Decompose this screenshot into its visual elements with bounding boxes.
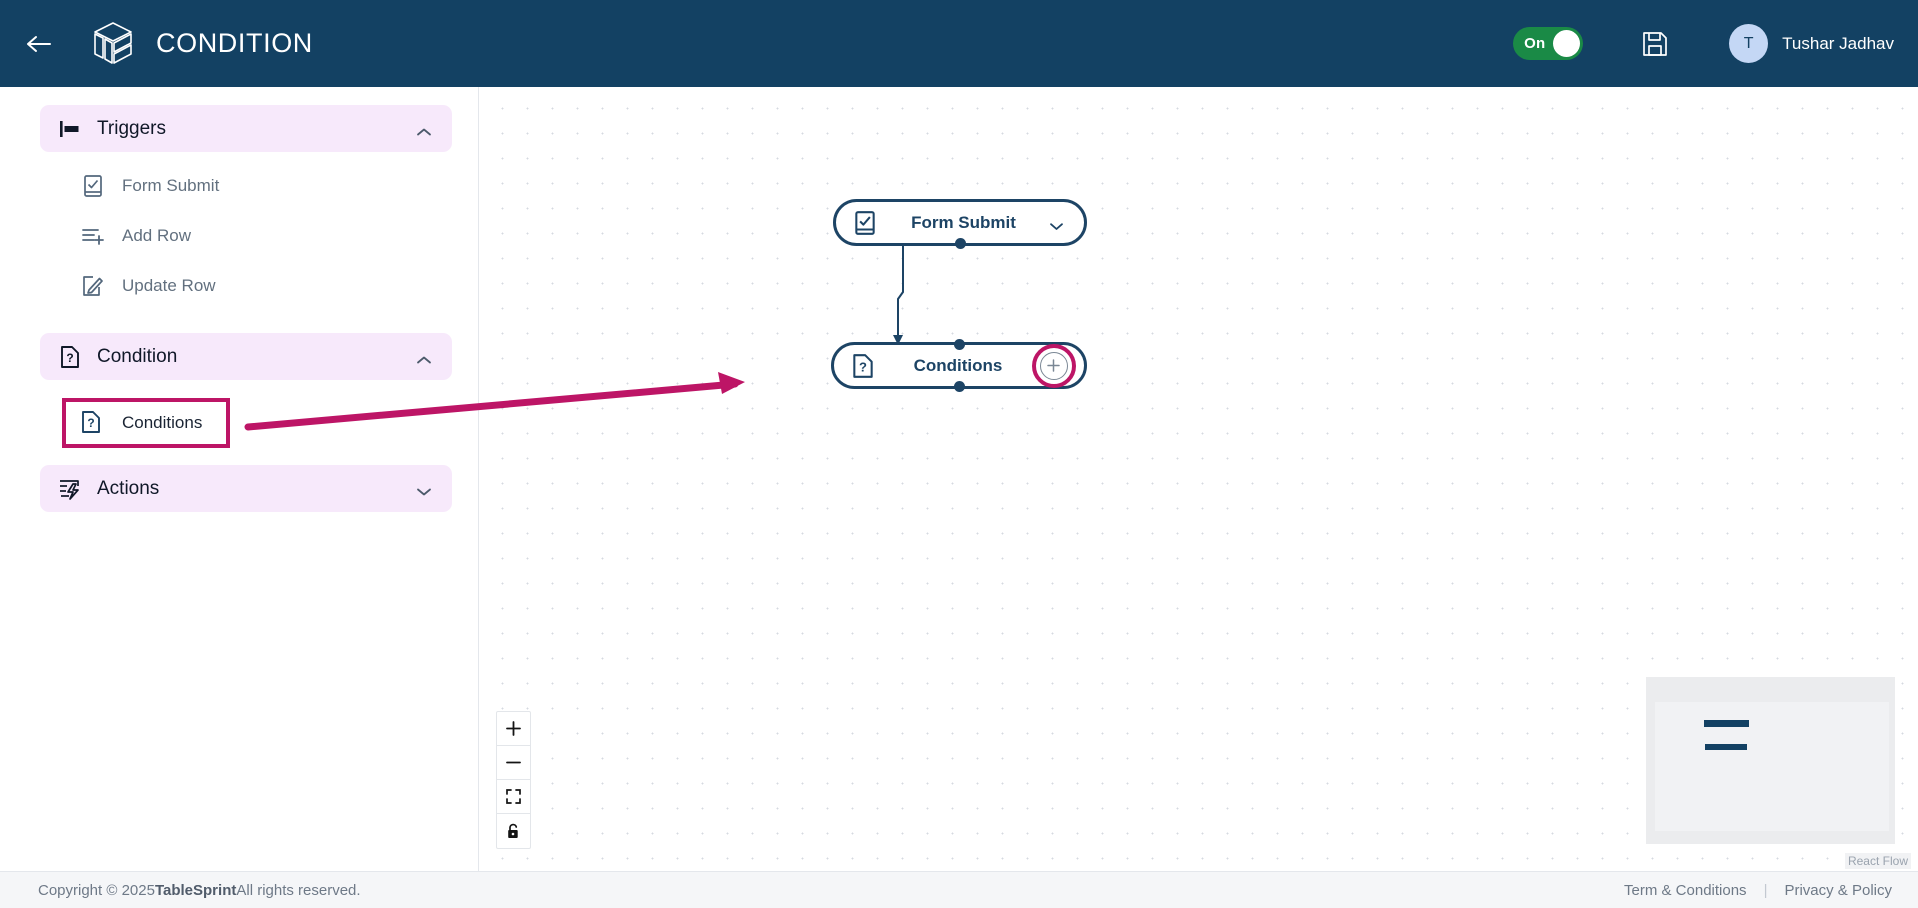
sidebar-item-conditions[interactable]: ? Conditions (62, 398, 231, 448)
avatar: T (1729, 24, 1769, 63)
flow-canvas[interactable]: Form Submit ? Conditions React Flow (479, 87, 1918, 871)
privacy-link[interactable]: Privacy & Policy (1784, 882, 1892, 899)
minimap-node (1704, 720, 1749, 727)
sidebar-item-update-row[interactable]: Update Row (80, 266, 452, 305)
actions-section-wrap: Actions (40, 448, 452, 512)
workflow-enable-toggle[interactable]: On (1513, 27, 1584, 60)
canvas-controls (496, 711, 531, 849)
sidebar-item-label: Add Row (122, 225, 191, 245)
user-name: Tushar Jadhav (1782, 33, 1894, 53)
fit-view-button[interactable] (497, 780, 530, 814)
trigger-flag-icon (57, 116, 83, 142)
svg-text:?: ? (66, 351, 73, 365)
footer-brand: TableSprint (154, 881, 237, 899)
zoom-out-button[interactable] (497, 746, 530, 780)
copyright-prefix: Copyright © 2025 (38, 881, 155, 899)
unlock-icon (507, 823, 518, 838)
sidebar-item-label: Conditions (122, 413, 203, 432)
terms-link[interactable]: Term & Conditions (1624, 882, 1747, 899)
react-flow-attribution[interactable]: React Flow (1844, 853, 1911, 869)
chevron-up-icon (416, 352, 432, 363)
node-handle-bottom[interactable] (953, 381, 965, 392)
flow-node-form-submit[interactable]: Form Submit (833, 199, 1087, 249)
footer-separator: | (1763, 881, 1768, 899)
floppy-disk-save-icon (1643, 31, 1668, 56)
minimap-node (1705, 744, 1747, 750)
form-submit-icon (851, 209, 878, 236)
plus-icon (506, 721, 521, 736)
toggle-interactivity-button[interactable] (497, 814, 530, 848)
app-header: CONDITION On T Tushar Jadhav (0, 0, 1918, 87)
cube-logo-icon (94, 21, 132, 64)
back-button[interactable] (18, 23, 60, 65)
sidebar-section-label: Condition (97, 345, 178, 367)
toggle-knob (1553, 30, 1581, 57)
plus-icon (1047, 359, 1061, 372)
chevron-up-icon (416, 124, 432, 135)
actions-lightning-icon (57, 476, 83, 502)
svg-text:?: ? (859, 359, 867, 374)
sidebar-section-condition[interactable]: ? Condition (40, 333, 452, 380)
flow-node-label: Conditions (913, 355, 1003, 375)
footer-links: Term & Conditions | Privacy & Policy (1624, 882, 1892, 899)
flow-node-label: Form Submit (911, 212, 1016, 232)
sidebar-item-add-row[interactable]: Add Row (80, 216, 452, 255)
sidebar-item-label: Form Submit (122, 175, 220, 195)
arrow-left-icon (27, 35, 51, 52)
condition-item-list: ? Conditions (40, 380, 452, 448)
sidebar-section-label: Triggers (97, 117, 166, 139)
sidebar-item-form-submit[interactable]: Form Submit (80, 166, 452, 205)
fit-view-icon (506, 789, 521, 804)
brand-logo (92, 21, 134, 67)
sidebar-section-actions[interactable]: Actions (40, 465, 452, 512)
add-node-button[interactable] (1031, 343, 1076, 388)
sidebar-section-triggers[interactable]: Triggers (40, 105, 452, 152)
page-title: CONDITION (156, 28, 313, 58)
sidebar-section-label: Actions (97, 477, 160, 499)
body-container: Triggers Form Submit Add Row Update Row … (0, 87, 1918, 871)
update-row-pencil-icon (80, 273, 106, 299)
canvas-minimap[interactable] (1646, 677, 1895, 844)
zoom-in-button[interactable] (497, 712, 530, 746)
form-submit-icon (80, 173, 106, 199)
sidebar: Triggers Form Submit Add Row Update Row … (0, 87, 479, 871)
question-document-icon: ? (849, 352, 876, 379)
copyright-suffix: All rights reserved. (236, 881, 361, 899)
minimap-viewport (1655, 702, 1889, 831)
toggle-label: On (1524, 35, 1546, 52)
flow-node-conditions[interactable]: ? Conditions (831, 339, 1087, 392)
svg-text:?: ? (87, 416, 94, 430)
add-row-icon (80, 223, 106, 249)
minus-icon (506, 761, 521, 764)
question-document-icon: ? (80, 410, 106, 436)
node-handle-bottom[interactable] (954, 238, 966, 249)
footer: Copyright © 2025 TableSprint All rights … (0, 871, 1918, 908)
chevron-down-icon (416, 484, 432, 495)
question-document-icon: ? (57, 344, 83, 370)
user-menu[interactable]: T Tushar Jadhav (1729, 24, 1894, 63)
save-button[interactable] (1637, 26, 1673, 62)
chevron-down-icon[interactable] (1049, 218, 1064, 230)
node-handle-top[interactable] (953, 339, 965, 350)
sidebar-item-label: Update Row (122, 275, 216, 295)
triggers-item-list: Form Submit Add Row Update Row (40, 152, 452, 320)
